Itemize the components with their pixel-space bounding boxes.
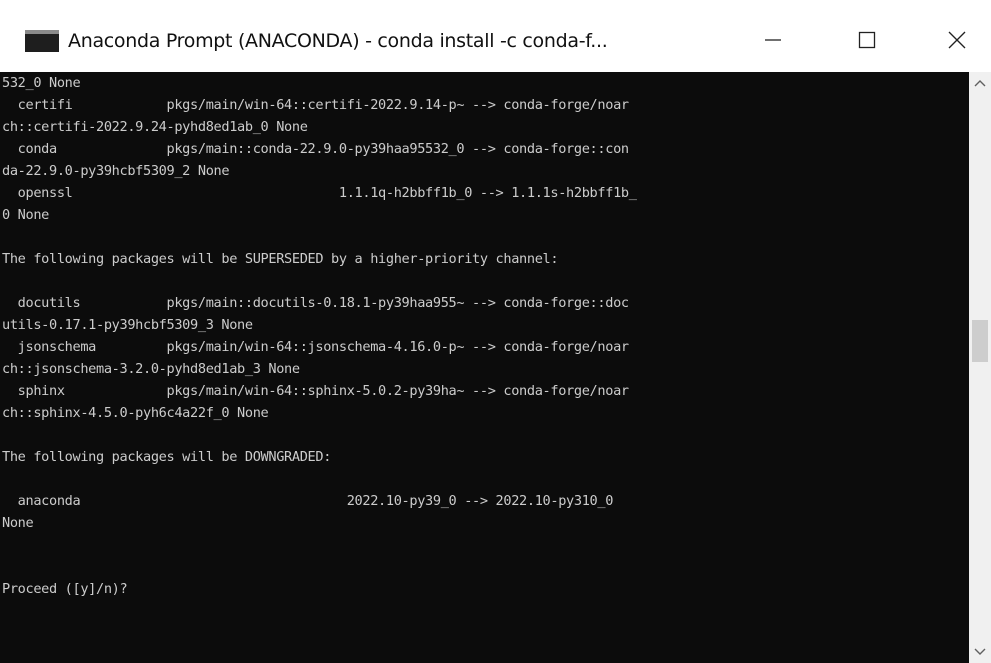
terminal-line: ch::sphinx-4.5.0-pyh6c4a22f_0 None bbox=[2, 405, 269, 421]
vertical-scrollbar[interactable] bbox=[969, 72, 991, 663]
terminal-line: 0 None bbox=[2, 207, 50, 223]
terminal-icon bbox=[25, 30, 59, 52]
terminal-line: conda pkgs/main::conda-22.9.0-py39haa955… bbox=[2, 141, 629, 157]
terminal-line: The following packages will be DOWNGRADE… bbox=[2, 449, 332, 465]
terminal-line: anaconda 2022.10-py39_0 --> 2022.10-py31… bbox=[2, 493, 614, 509]
maximize-icon bbox=[858, 31, 876, 49]
terminal-line: docutils pkgs/main::docutils-0.18.1-py39… bbox=[2, 295, 629, 311]
console-window: Anaconda Prompt (ANACONDA) - conda insta… bbox=[0, 0, 991, 663]
terminal-line: The following packages will be SUPERSEDE… bbox=[2, 251, 559, 267]
terminal-line: ch::jsonschema-3.2.0-pyhd8ed1ab_3 None bbox=[2, 361, 300, 377]
terminal-line: jsonschema pkgs/main/win-64::jsonschema-… bbox=[2, 339, 629, 355]
window-title: Anaconda Prompt (ANACONDA) - conda insta… bbox=[68, 30, 608, 52]
terminal-line: ch::certifi-2022.9.24-pyhd8ed1ab_0 None bbox=[2, 119, 308, 135]
maximize-button[interactable] bbox=[841, 16, 893, 64]
chevron-down-icon bbox=[974, 648, 986, 655]
terminal-prompt-line[interactable]: Proceed ([y]/n)? bbox=[2, 578, 128, 600]
terminal-line: None bbox=[2, 515, 34, 531]
terminal-line: 532_0 None bbox=[2, 75, 81, 91]
scroll-down-button[interactable] bbox=[969, 641, 991, 663]
close-icon bbox=[948, 31, 966, 49]
close-button[interactable] bbox=[931, 16, 983, 64]
terminal-line: certifi pkgs/main/win-64::certifi-2022.9… bbox=[2, 97, 629, 113]
minimize-button[interactable] bbox=[747, 16, 799, 64]
scrollbar-thumb[interactable] bbox=[972, 320, 988, 362]
chevron-up-icon bbox=[974, 80, 986, 87]
terminal-output[interactable]: 532_0 None certifi pkgs/main/win-64::cer… bbox=[0, 72, 969, 663]
terminal-line: openssl 1.1.1q-h2bbff1b_0 --> 1.1.1s-h2b… bbox=[2, 185, 637, 201]
title-bar[interactable]: Anaconda Prompt (ANACONDA) - conda insta… bbox=[0, 0, 991, 72]
terminal-line: da-22.9.0-py39hcbf5309_2 None bbox=[2, 163, 230, 179]
terminal-line: utils-0.17.1-py39hcbf5309_3 None bbox=[2, 317, 253, 333]
scroll-up-button[interactable] bbox=[969, 72, 991, 94]
terminal-line: sphinx pkgs/main/win-64::sphinx-5.0.2-py… bbox=[2, 383, 629, 399]
minimize-icon bbox=[765, 39, 781, 41]
